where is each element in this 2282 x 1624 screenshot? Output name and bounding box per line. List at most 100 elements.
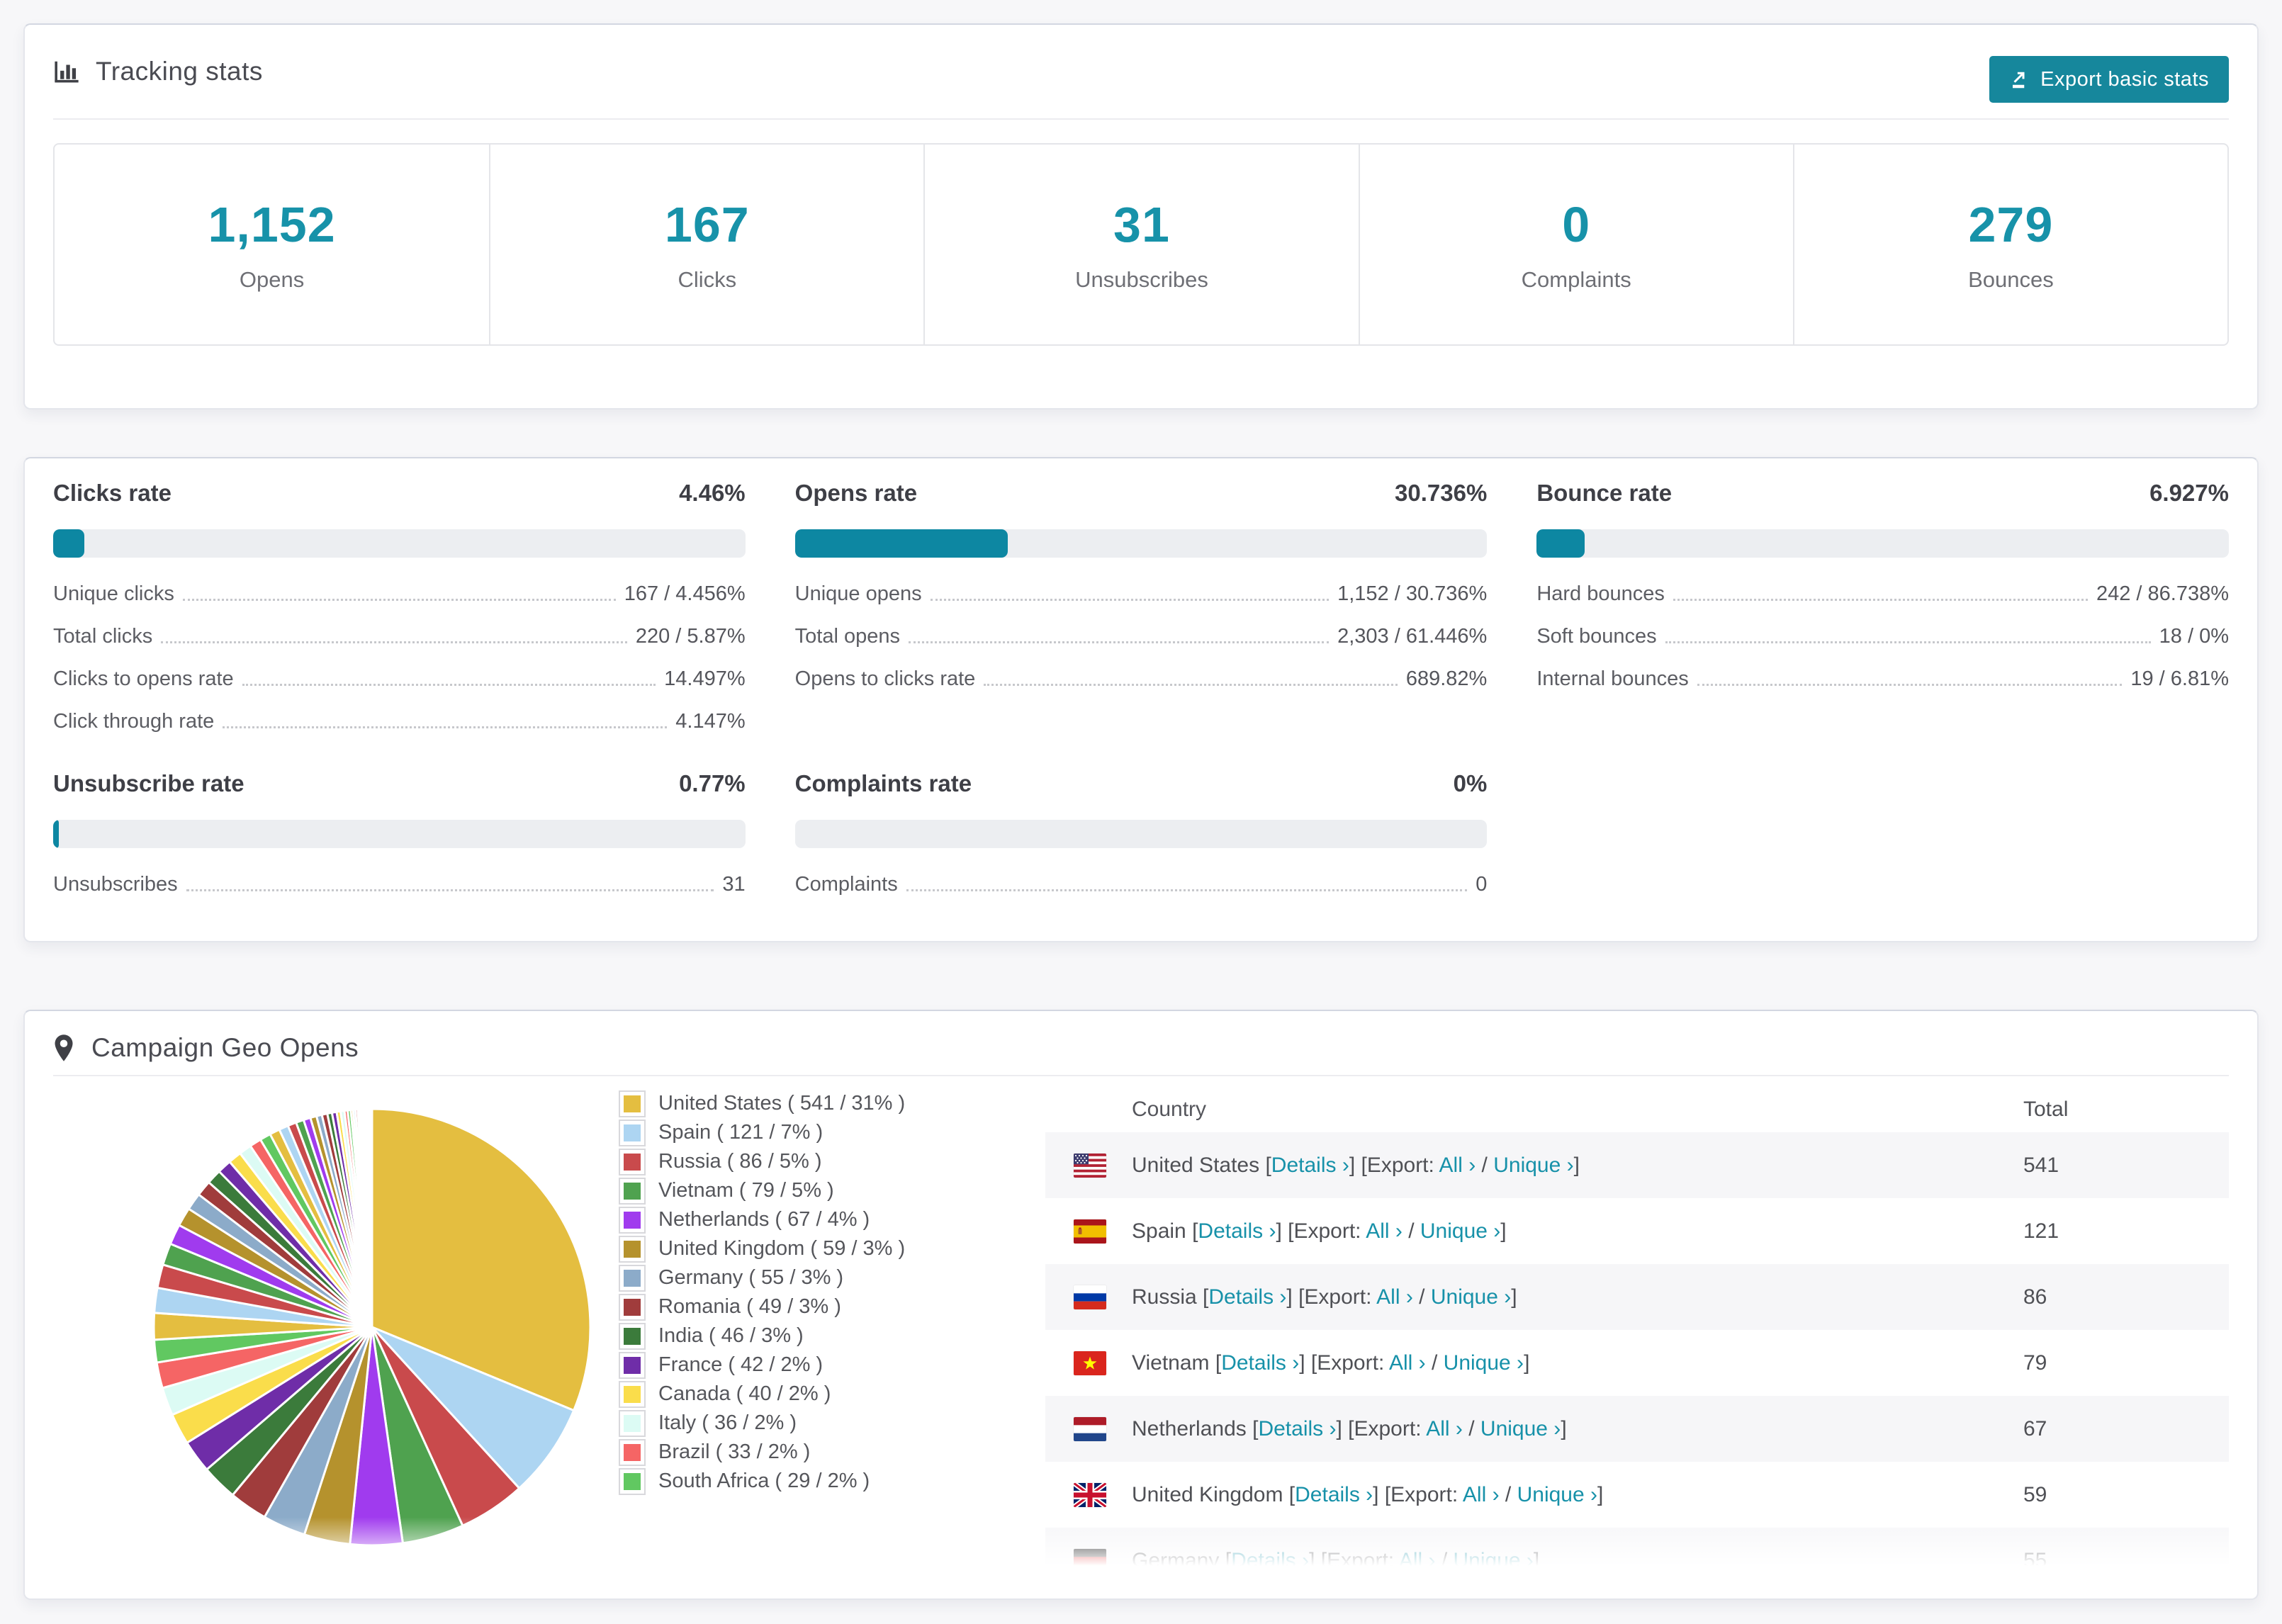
total-cell: 67 xyxy=(2023,1416,2047,1440)
details-link[interactable]: Details › xyxy=(1208,1285,1286,1309)
rate-row-label: Click through rate xyxy=(53,710,215,733)
legend-label: Spain ( 121 / 7% ) xyxy=(658,1121,824,1144)
legend-item[interactable]: United Kingdom ( 59 / 3% ) xyxy=(620,1234,1017,1263)
legend-label: United Kingdom ( 59 / 3% ) xyxy=(658,1237,906,1260)
export-label-text: ] [Export: xyxy=(1336,1416,1427,1440)
export-icon xyxy=(2009,69,2030,90)
stat-cell: 1,152 Opens xyxy=(55,145,489,344)
table-row: Germany [Details ›] [Export: All › / Uni… xyxy=(1045,1528,2229,1594)
export-unique-link[interactable]: Unique › xyxy=(1431,1285,1511,1309)
export-all-link[interactable]: All › xyxy=(1376,1285,1413,1309)
bracket-text: ] xyxy=(1561,1416,1567,1440)
export-all-link[interactable]: All › xyxy=(1389,1351,1426,1375)
rate-section: Unsubscribe rate 0.77% Unsubscribes 31 xyxy=(53,770,746,906)
export-all-link[interactable]: All › xyxy=(1399,1549,1436,1572)
legend-item[interactable]: Germany ( 55 / 3% ) xyxy=(620,1263,1017,1292)
table-body: United States [Details ›] [Export: All ›… xyxy=(1045,1132,2229,1594)
export-all-link[interactable]: All › xyxy=(1463,1483,1500,1506)
rate-title: Complaints rate xyxy=(794,770,972,796)
rate-detail-row: Total opens 2,303 / 61.446% xyxy=(795,616,1488,658)
rate-title: Unsubscribe rate xyxy=(53,770,244,796)
stat-cell: 0 Complaints xyxy=(1358,145,1793,344)
rate-detail-row: Unique opens 1,152 / 30.736% xyxy=(795,573,1488,616)
export-all-link[interactable]: All › xyxy=(1439,1154,1476,1177)
bar-chart-icon xyxy=(53,58,80,85)
export-unique-link[interactable]: Unique › xyxy=(1420,1219,1500,1243)
export-unique-link[interactable]: Unique › xyxy=(1480,1417,1561,1440)
slash-text: / xyxy=(1435,1548,1454,1572)
legend-swatch xyxy=(620,1469,644,1494)
rate-detail-rows: Hard bounces 242 / 86.738% Soft bounces … xyxy=(1536,573,2229,701)
legend-item[interactable]: Italy ( 36 / 2% ) xyxy=(620,1409,1017,1438)
export-all-link[interactable]: All › xyxy=(1366,1219,1403,1243)
export-unique-link[interactable]: Unique › xyxy=(1517,1483,1597,1506)
bracket-text: ] xyxy=(1597,1482,1604,1506)
pie-slice-small[interactable] xyxy=(370,1107,373,1329)
details-link[interactable]: Details › xyxy=(1221,1351,1299,1375)
country-cell: Vietnam [Details ›] [Export: All › / Uni… xyxy=(1132,1351,2023,1375)
export-all-link[interactable]: All › xyxy=(1426,1417,1463,1440)
total-cell: 55 xyxy=(2023,1548,2047,1572)
slash-text: / xyxy=(1476,1153,1494,1177)
rate-title: Clicks rate xyxy=(53,480,172,506)
legend-label: India ( 46 / 3% ) xyxy=(658,1324,804,1347)
export-unique-link[interactable]: Unique › xyxy=(1454,1549,1534,1572)
country-cell: Spain [Details ›] [Export: All › / Uniqu… xyxy=(1132,1219,2023,1244)
slash-text: / xyxy=(1499,1482,1517,1506)
legend-item[interactable]: Canada ( 40 / 2% ) xyxy=(620,1380,1017,1409)
country-name: United States xyxy=(1132,1153,1266,1177)
legend-item[interactable]: Romania ( 49 / 3% ) xyxy=(620,1292,1017,1321)
rate-progress-fill xyxy=(53,529,84,558)
bracket-text: ] xyxy=(1524,1350,1530,1375)
legend-label: Germany ( 55 / 3% ) xyxy=(658,1266,844,1289)
total-cell: 121 xyxy=(2023,1219,2059,1243)
rate-section: Opens rate 30.736% Unique opens 1,152 / … xyxy=(794,480,1488,743)
details-link[interactable]: Details › xyxy=(1271,1154,1349,1177)
details-link[interactable]: Details › xyxy=(1231,1549,1309,1572)
rate-row-value: 689.82% xyxy=(1405,667,1488,690)
export-basic-stats-button[interactable]: Export basic stats xyxy=(1989,56,2229,103)
export-label-text: ] [Export: xyxy=(1309,1548,1399,1572)
rate-row-value: 14.497% xyxy=(664,667,746,690)
details-link[interactable]: Details › xyxy=(1295,1483,1373,1506)
rate-row-value: 19 / 6.81% xyxy=(2130,667,2229,690)
legend-item[interactable]: Netherlands ( 67 / 4% ) xyxy=(620,1205,1017,1234)
legend-item[interactable]: France ( 42 / 2% ) xyxy=(620,1350,1017,1380)
details-link[interactable]: Details › xyxy=(1198,1219,1276,1243)
rate-detail-row: Click through rate 4.147% xyxy=(53,701,746,743)
export-unique-link[interactable]: Unique › xyxy=(1444,1351,1524,1375)
country-name: United Kingdom xyxy=(1132,1482,1289,1506)
legend-item[interactable]: Spain ( 121 / 7% ) xyxy=(620,1118,1017,1147)
rate-row-label: Total clicks xyxy=(53,625,153,648)
legend-item[interactable]: South Africa ( 29 / 2% ) xyxy=(620,1467,1017,1496)
details-link[interactable]: Details › xyxy=(1258,1417,1336,1440)
rate-section: Complaints rate 0% Complaints 0 xyxy=(794,770,1488,906)
column-header-total: Total xyxy=(2023,1097,2069,1121)
total-cell: 86 xyxy=(2023,1285,2047,1309)
dotted-leader xyxy=(182,599,616,601)
legend-item[interactable]: Russia ( 86 / 5% ) xyxy=(620,1147,1017,1176)
flag-icon-gb xyxy=(1074,1482,1106,1507)
dotted-leader xyxy=(1665,641,2151,643)
rates-grid: Clicks rate 4.46% Unique clicks 167 / 4.… xyxy=(53,480,2229,906)
bracket-text: [ xyxy=(1215,1350,1222,1375)
geo-country-table: Country Total United States [Details ›] … xyxy=(1045,1086,2229,1594)
flag-icon-vn xyxy=(1074,1350,1106,1375)
legend-item[interactable]: Vietnam ( 79 / 5% ) xyxy=(620,1176,1017,1205)
rate-value: 0% xyxy=(1453,770,1488,796)
country-name: Russia xyxy=(1132,1285,1203,1309)
page: { "colors":{ "accent_text":"#1792a9", "a… xyxy=(0,0,2282,1624)
legend-swatch xyxy=(620,1324,644,1348)
rate-progress-track xyxy=(794,820,1488,848)
export-unique-link[interactable]: Unique › xyxy=(1493,1154,1573,1177)
legend-item[interactable]: India ( 46 / 3% ) xyxy=(620,1321,1017,1350)
dotted-leader xyxy=(930,599,1330,601)
rate-detail-row: Unique clicks 167 / 4.456% xyxy=(53,573,746,616)
legend-label: Italy ( 36 / 2% ) xyxy=(658,1411,797,1434)
table-row: United States [Details ›] [Export: All ›… xyxy=(1045,1132,2229,1198)
legend-item[interactable]: United States ( 541 / 31% ) xyxy=(620,1089,1017,1118)
rate-row-label: Clicks to opens rate xyxy=(53,667,234,690)
dotted-leader xyxy=(1673,599,2088,601)
rate-row-label: Unique clicks xyxy=(53,582,174,605)
legend-item[interactable]: Brazil ( 33 / 2% ) xyxy=(620,1438,1017,1467)
